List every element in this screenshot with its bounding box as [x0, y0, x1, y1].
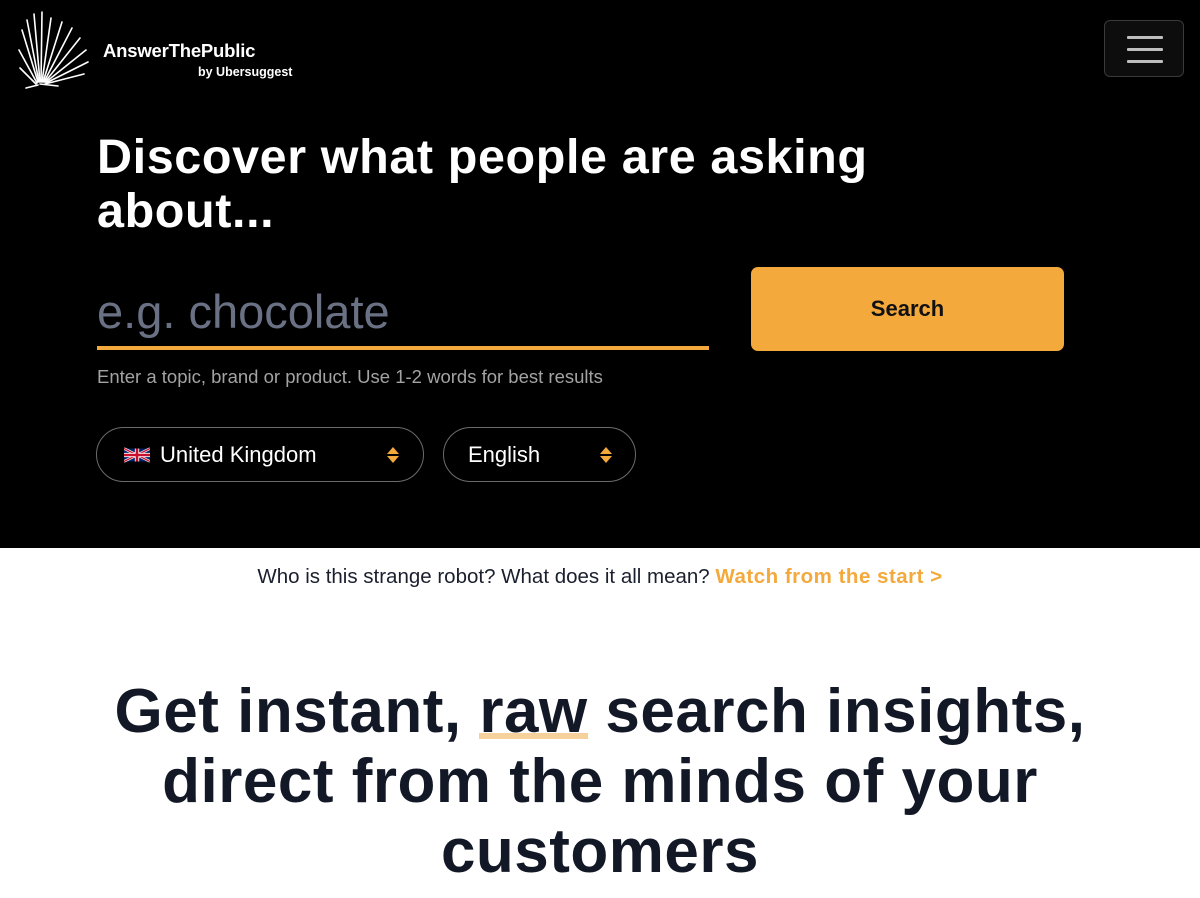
country-select-value: United Kingdom [160, 442, 317, 467]
robot-question: Who is this strange robot? What does it … [257, 565, 710, 588]
tagline: Get instant, raw search insights, direct… [100, 677, 1100, 887]
tagline-highlight: raw [479, 677, 588, 747]
robot-info-line: Who is this strange robot? What does it … [0, 565, 1200, 589]
tagline-highlight-word: raw [479, 677, 588, 746]
search-button[interactable]: Search [751, 267, 1064, 351]
uk-flag-icon [124, 447, 150, 463]
hero-headline: Discover what people are asking about... [97, 130, 868, 238]
tagline-part1: Get instant, [114, 677, 462, 746]
logo-burst-icon [18, 11, 89, 89]
logo[interactable]: AnswerThePublic by Ubersuggest [18, 10, 318, 92]
select-arrows-icon [600, 445, 612, 465]
search-input[interactable] [97, 276, 709, 350]
language-select-value: English [468, 442, 541, 467]
menu-button[interactable] [1104, 20, 1184, 77]
language-select[interactable]: English [443, 427, 636, 482]
watch-link[interactable]: Watch from the start > [715, 565, 942, 588]
country-select[interactable]: United Kingdom [96, 427, 424, 482]
brand-name: AnswerThePublic [103, 40, 256, 61]
select-arrows-icon [387, 445, 399, 465]
brand-byline: by Ubersuggest [198, 65, 293, 79]
search-hint: Enter a topic, brand or product. Use 1-2… [97, 366, 603, 387]
hero-section: AnswerThePublic by Ubersuggest Discover … [0, 0, 1200, 548]
